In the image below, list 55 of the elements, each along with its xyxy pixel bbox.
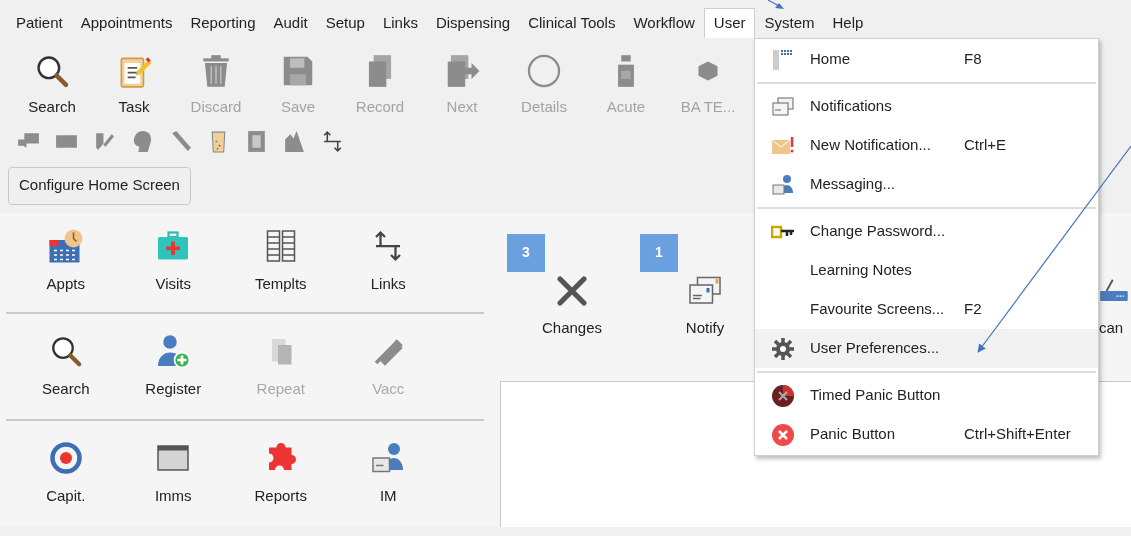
menu-item[interactable]: User Preferences...	[755, 329, 1098, 368]
settings-icon	[770, 336, 795, 361]
menu-item[interactable]: New Notification... Ctrl+E	[755, 126, 1098, 165]
tile-button[interactable]: Imms	[119, 439, 227, 508]
menu-item[interactable]: Learning Notes	[755, 251, 1098, 290]
widget-button[interactable]: Changes	[524, 272, 620, 339]
tile-button[interactable]: Visits	[119, 226, 227, 295]
menu-item[interactable]: Patient	[7, 8, 72, 38]
person-card-icon	[770, 172, 795, 197]
menu-item[interactable]: User	[703, 8, 756, 38]
grid-icon	[770, 47, 795, 72]
tile-button[interactable]: Capit.	[12, 439, 120, 508]
target-icon	[47, 440, 84, 477]
person-add-icon	[155, 332, 192, 369]
menu-item[interactable]: Timed Panic Button	[755, 376, 1098, 415]
configure-home-screen-button[interactable]: Configure Home Screen	[8, 166, 191, 205]
menu-item[interactable]: System	[755, 8, 824, 38]
count-badge: 1	[640, 233, 678, 272]
calendar-clock-icon	[47, 227, 84, 264]
envelopes-icon	[770, 94, 795, 119]
circle-icon	[525, 52, 563, 90]
menu-item[interactable]: Clinical Tools	[519, 8, 625, 38]
tile-button[interactable]: Templts	[227, 226, 335, 295]
menu-item[interactable]: Favourite Screens... F2	[755, 290, 1098, 329]
widget-button[interactable]: can	[1099, 272, 1131, 339]
shortcut-label: F2	[964, 299, 982, 320]
shortcut-label: Ctrl+Shift+Enter	[964, 424, 1071, 445]
timer-cancel-icon	[770, 383, 795, 408]
menu-item[interactable]: Appointments	[71, 8, 182, 38]
menu-item[interactable]: Home F8	[755, 40, 1098, 79]
tile-button[interactable]: Register	[119, 331, 227, 401]
menu-item[interactable]: Workflow	[624, 8, 704, 38]
widget-button[interactable]: Notify	[657, 272, 753, 339]
tile-button[interactable]: Appts	[12, 226, 120, 295]
tile-button[interactable]: Links	[334, 226, 442, 295]
shortcut-label: F8	[964, 49, 982, 70]
menu-item[interactable]: Help	[823, 8, 873, 38]
menu-item[interactable]: Panic Button Ctrl+Shift+Enter	[755, 415, 1098, 454]
toolbar-button[interactable]: Search	[11, 50, 93, 119]
menu-item[interactable]: Dispensing	[426, 8, 520, 38]
toolbar-button[interactable]: Task	[93, 50, 175, 119]
menu-item[interactable]: Audit	[264, 8, 317, 38]
tile-button[interactable]: IM	[334, 439, 442, 508]
shortcut-label: Ctrl+E	[964, 135, 1007, 156]
menu-item[interactable]: Change Password...	[755, 212, 1098, 251]
menu-item[interactable]: Notifications	[755, 87, 1098, 126]
menu-item[interactable]: Messaging...	[755, 165, 1098, 204]
count-badge: 3	[507, 233, 545, 272]
annotation-arrow	[767, 0, 784, 9]
close-icon	[770, 422, 795, 447]
tile-button[interactable]: Search	[12, 331, 120, 401]
menu-item[interactable]: Setup	[316, 8, 374, 38]
menu-item[interactable]: Reporting	[181, 8, 265, 38]
menu-item[interactable]: Links	[373, 8, 427, 38]
tile-button[interactable]: Reports	[227, 439, 335, 508]
